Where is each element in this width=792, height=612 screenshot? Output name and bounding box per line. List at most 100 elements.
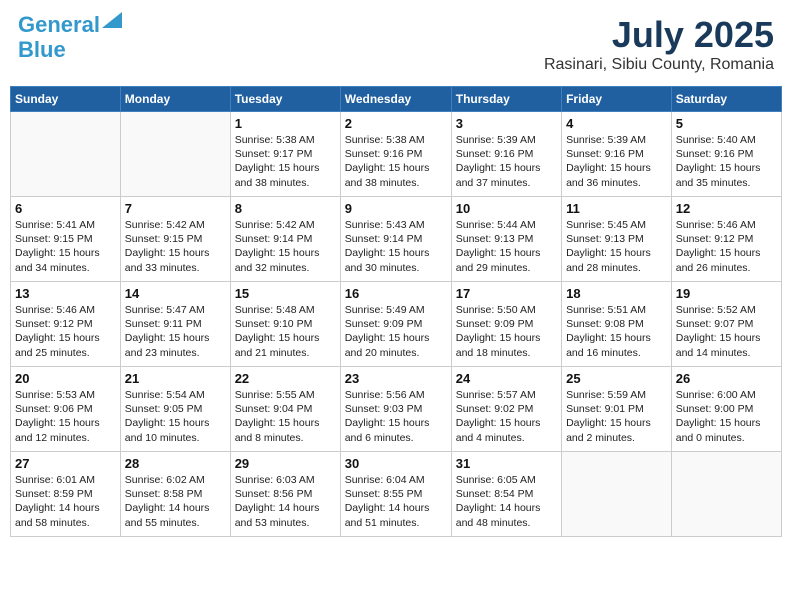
cell-line: Daylight: 15 hours and 35 minutes.: [676, 162, 761, 188]
calendar-cell: 4Sunrise: 5:39 AMSunset: 9:16 PMDaylight…: [562, 112, 672, 197]
calendar-cell: 17 Sunrise: 5:50 AM Sunset: 9:09 PM Dayligh…: [451, 282, 561, 367]
cell-line: Sunrise: 5:44 AM: [456, 219, 536, 231]
cell-line: Daylight: 15 hours and 21 minutes.: [235, 332, 320, 358]
cell-line: Sunrise: 5:45 AM: [566, 219, 646, 231]
day-number: 31: [456, 456, 557, 471]
cell-content: Sunrise: 5:53 AMSunset: 9:06 PMDaylight:…: [15, 388, 116, 445]
cell-line: Sunrise: 5:56 AM: [345, 389, 425, 401]
cell-line: Sunset: 9:02 PM: [456, 403, 534, 415]
cell-line: Sunrise: 6:02 AM: [125, 474, 205, 486]
day-number: 23: [345, 371, 447, 386]
cell-line: Daylight: 15 hours and 38 minutes.: [345, 162, 430, 188]
day-number: 20: [15, 371, 116, 386]
day-header-monday: Monday: [120, 87, 230, 112]
cell-line: Sunset: 9:01 PM: [566, 403, 644, 415]
cell-line: Daylight: 15 hours and 32 minutes.: [235, 247, 320, 273]
calendar-cell: [120, 112, 230, 197]
cell-line: Sunset: 9:17 PM: [235, 148, 313, 160]
calendar-cell: 16Sunrise: 5:49 AMSunset: 9:09 PMDayligh…: [340, 282, 451, 367]
cell-line: Sunset: 9:14 PM: [345, 233, 423, 245]
cell-line: Sunrise: 5:41 AM: [15, 219, 95, 231]
cell-line: Daylight: 15 hours and 6 minutes.: [345, 417, 430, 443]
cell-line: Daylight: 15 hours and 34 minutes.: [15, 247, 100, 273]
cell-line: Sunrise: 6:01 AM: [15, 474, 95, 486]
title-area: July 2025 Rasinari, Sibiu County, Romani…: [544, 14, 774, 74]
cell-content: Sunrise: 6:02 AMSunset: 8:58 PMDaylight:…: [125, 473, 226, 530]
cell-line: Sunrise: 5:46 AM: [676, 219, 756, 231]
day-number: 14: [125, 286, 226, 301]
cell-line: Daylight: 15 hours and 25 minutes.: [15, 332, 100, 358]
day-header-wednesday: Wednesday: [340, 87, 451, 112]
cell-line: Daylight: 15 hours and 29 minutes.: [456, 247, 541, 273]
cell-line: Sunrise: 5:49 AM: [345, 304, 425, 316]
cell-content: Sunrise: 6:03 AMSunset: 8:56 PMDaylight:…: [235, 473, 336, 530]
cell-line: Daylight: 15 hours and 23 minutes.: [125, 332, 210, 358]
cell-line: Daylight: 15 hours and 37 minutes.: [456, 162, 541, 188]
day-number: 22: [235, 371, 336, 386]
cell-line: Sunset: 9:16 PM: [345, 148, 423, 160]
cell-line: Sunrise: 5:47 AM: [125, 304, 205, 316]
cell-line: Sunset: 9:14 PM: [235, 233, 313, 245]
cell-line: Daylight: 15 hours and 28 minutes.: [566, 247, 651, 273]
cell-line: Daylight: 15 hours and 2 minutes.: [566, 417, 651, 443]
cell-content: Sunrise: 5:56 AM Sunset: 9:03 PM Daylight:…: [345, 388, 447, 445]
day-number: 17: [456, 286, 557, 301]
cell-line: Sunset: 9:16 PM: [456, 148, 534, 160]
calendar-cell: [671, 452, 781, 537]
calendar-cell: 30 Sunrise: 6:04 AMSunset: 8:55 PMDayligh…: [340, 452, 451, 537]
cell-line: Daylight: 15 hours and 33 minutes.: [125, 247, 210, 273]
day-number: 19: [676, 286, 777, 301]
day-number: 24: [456, 371, 557, 386]
cell-line: Daylight: 15 hours and 18 minutes.: [456, 332, 541, 358]
week-row-2: 6 Sunrise: 5:41 AMSunset: 9:15 PMDaylight…: [11, 197, 782, 282]
day-header-sunday: Sunday: [11, 87, 121, 112]
logo-blue: Blue: [18, 39, 66, 61]
cell-line: Sunset: 8:55 PM: [345, 488, 423, 500]
day-number: 30: [345, 456, 447, 471]
calendar-cell: 23 Sunrise: 5:56 AM Sunset: 9:03 PM Dayligh…: [340, 367, 451, 452]
day-number: 3: [456, 116, 557, 131]
day-header-tuesday: Tuesday: [230, 87, 340, 112]
cell-line: Sunrise: 5:43 AM: [345, 219, 425, 231]
cell-line: Sunrise: 5:54 AM: [125, 389, 205, 401]
cell-line: Sunset: 9:07 PM: [676, 318, 754, 330]
cell-line: Sunset: 9:03 PM: [345, 403, 423, 415]
week-row-3: 13Sunrise: 5:46 AMSunset: 9:12 PMDayligh…: [11, 282, 782, 367]
cell-line: Daylight: 14 hours and 58 minutes.: [15, 502, 100, 528]
cell-line: Sunset: 9:09 PM: [345, 318, 423, 330]
calendar-cell: 31Sunrise: 6:05 AMSunset: 8:54 PMDayligh…: [451, 452, 561, 537]
cell-line: Sunrise: 5:50 AM: [456, 304, 536, 316]
cell-line: Sunrise: 5:38 AM: [345, 134, 425, 146]
cell-line: Sunset: 9:06 PM: [15, 403, 93, 415]
cell-content: Sunrise: 5:40 AMSunset: 9:16 PMDaylight:…: [676, 133, 777, 190]
cell-content: Sunrise: 5:49 AMSunset: 9:09 PMDaylight:…: [345, 303, 447, 360]
cell-content: Sunrise: 5:39 AMSunset: 9:16 PMDaylight:…: [456, 133, 557, 190]
cell-line: Sunset: 9:13 PM: [456, 233, 534, 245]
day-number: 1: [235, 116, 336, 131]
calendar-cell: 24Sunrise: 5:57 AMSunset: 9:02 PMDayligh…: [451, 367, 561, 452]
day-number: 4: [566, 116, 667, 131]
calendar-cell: 29Sunrise: 6:03 AMSunset: 8:56 PMDayligh…: [230, 452, 340, 537]
logo-triangle-icon: [102, 12, 122, 28]
day-number: 6: [15, 201, 116, 216]
cell-line: Sunset: 9:12 PM: [15, 318, 93, 330]
cell-line: Sunrise: 5:39 AM: [566, 134, 646, 146]
cell-line: Sunrise: 5:55 AM: [235, 389, 315, 401]
day-number: 5: [676, 116, 777, 131]
cell-line: Sunrise: 5:59 AM: [566, 389, 646, 401]
cell-line: Sunset: 9:05 PM: [125, 403, 203, 415]
calendar-cell: 15Sunrise: 5:48 AMSunset: 9:10 PMDayligh…: [230, 282, 340, 367]
cell-line: Sunrise: 5:40 AM: [676, 134, 756, 146]
day-number: 28: [125, 456, 226, 471]
cell-content: Sunrise: 5:41 AMSunset: 9:15 PMDaylight:…: [15, 218, 116, 275]
cell-content: Sunrise: 6:00 AMSunset: 9:00 PMDaylight:…: [676, 388, 777, 445]
day-number: 9: [345, 201, 447, 216]
cell-content: Sunrise: 6:04 AMSunset: 8:55 PMDaylight:…: [345, 473, 447, 530]
cell-line: Daylight: 14 hours and 55 minutes.: [125, 502, 210, 528]
cell-content: Sunrise: 5:38 AMSunset: 9:17 PMDaylight:…: [235, 133, 336, 190]
cell-line: Sunset: 9:04 PM: [235, 403, 313, 415]
calendar-cell: 28 Sunrise: 6:02 AMSunset: 8:58 PMDayligh…: [120, 452, 230, 537]
calendar-cell: 25Sunrise: 5:59 AMSunset: 9:01 PMDayligh…: [562, 367, 672, 452]
cell-line: Sunset: 9:09 PM: [456, 318, 534, 330]
day-number: 16: [345, 286, 447, 301]
